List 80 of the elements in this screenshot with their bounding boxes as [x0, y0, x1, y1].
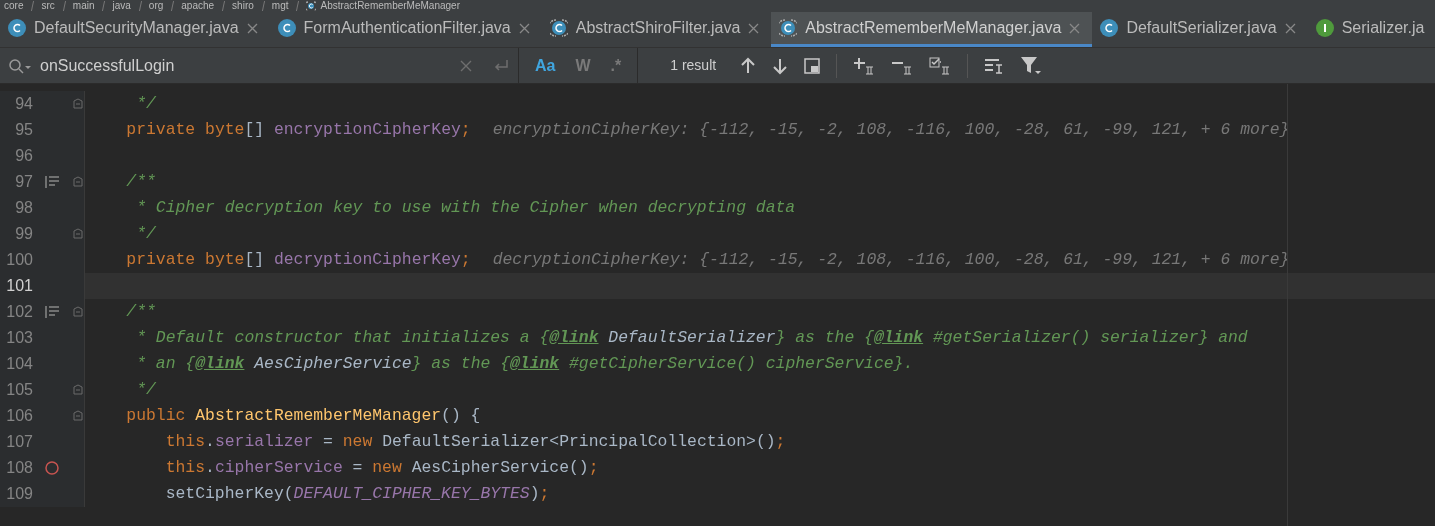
line-number: 95	[14, 120, 33, 140]
code-line: public AbstractRememberMeManager() {	[125, 404, 481, 427]
doc-comment-icon[interactable]	[45, 305, 59, 319]
line-number: 106	[5, 406, 33, 426]
line-number: 98	[14, 198, 33, 218]
class-icon	[1100, 19, 1119, 37]
code-line: setCipherKey(DEFAULT_CIPHER_KEY_BYTES);	[164, 482, 550, 505]
code-line: */	[135, 378, 156, 401]
code-line: this.cipherService = new AesCipherService();	[164, 456, 599, 479]
breadcrumb-item[interactable]: AbstractRememberMeManager	[320, 1, 460, 11]
line-number: 102	[5, 302, 33, 322]
fold-marker-icon[interactable]	[72, 176, 83, 188]
code-line: /**	[125, 300, 156, 323]
search-icon	[8, 57, 32, 74]
fold-marker-icon[interactable]	[72, 306, 83, 318]
code-line: this.serializer = new DefaultSerializer<PrincipalCollection>();	[164, 430, 786, 453]
code-line: * an {@link AesCipherService} as the {@link #getCipherService() cipherService}.	[135, 352, 914, 375]
line-number: 109	[5, 484, 33, 504]
arrow-up-icon[interactable]	[740, 56, 757, 75]
search-option-toggle[interactable]: Aa	[531, 53, 560, 78]
close-icon[interactable]	[1069, 22, 1081, 34]
breadcrumb-item[interactable]: org	[148, 1, 164, 11]
line-number: 107	[5, 432, 33, 452]
breadcrumb-item[interactable]: main	[72, 1, 95, 11]
file-tab[interactable]: DefaultSerializer.java	[1092, 12, 1308, 47]
file-tab[interactable]: DefaultSecurityManager.java	[0, 12, 270, 47]
abstract-class-icon	[306, 1, 317, 11]
line-number: 105	[5, 380, 33, 400]
file-tab[interactable]: AbstractShiroFilter.java	[541, 12, 772, 47]
clear-icon[interactable]	[460, 59, 472, 72]
line-number: 104	[5, 354, 33, 374]
close-icon[interactable]	[748, 22, 760, 34]
abstract-class-icon	[779, 19, 798, 37]
add-occurrence-icon[interactable]	[853, 56, 876, 75]
breadcrumb-item[interactable]: java	[112, 1, 131, 11]
window-icon[interactable]	[804, 57, 821, 74]
line-number: 103	[5, 328, 33, 348]
breadcrumb-item[interactable]: mgt	[271, 1, 289, 11]
fold-marker-icon[interactable]	[72, 228, 83, 240]
line-number: 94	[14, 94, 33, 114]
breadcrumb-item[interactable]: shiro	[232, 1, 254, 11]
class-icon	[8, 19, 26, 37]
line-number: 100	[5, 250, 33, 270]
filter-lines-icon[interactable]	[984, 56, 1005, 75]
close-icon[interactable]	[518, 22, 530, 34]
breadcrumb-item[interactable]: core	[4, 1, 24, 11]
interface-icon	[1315, 19, 1334, 37]
search-field[interactable]: onSuccessfulLogin	[40, 53, 452, 78]
line-number: 96	[14, 146, 33, 166]
filter-icon[interactable]	[1020, 55, 1043, 76]
code-line: */	[135, 222, 156, 245]
class-icon	[277, 19, 296, 37]
line-number: 97	[14, 172, 33, 192]
close-icon[interactable]	[1284, 22, 1296, 34]
breakpoint-icon[interactable]	[45, 461, 59, 475]
file-tab[interactable]: Serializer.ja	[1307, 12, 1435, 47]
line-number: 108	[5, 458, 33, 478]
code-line: * Default constructor that initializes a {@link DefaultSerializer} as the {@link #getSerializer() serializer} and	[135, 326, 1248, 349]
code-line: /**	[125, 170, 156, 193]
code-line: private byte[] decryptionCipherKey;	[125, 248, 471, 271]
fold-marker-icon[interactable]	[72, 384, 83, 396]
line-number: 99	[14, 224, 33, 244]
result-count: 1 result	[670, 56, 717, 75]
file-tab[interactable]: FormAuthenticationFilter.java	[269, 12, 542, 47]
line-number: 101	[5, 276, 33, 296]
fold-marker-icon[interactable]	[72, 410, 83, 422]
select-all-icon[interactable]	[929, 56, 952, 75]
arrow-down-icon[interactable]	[772, 56, 789, 75]
inline-value-hint: encryptionCipherKey: {-112, -15, -2, 108, -116, 100, -28, 61, -99, 121, + 6 more}	[492, 118, 1290, 141]
inline-value-hint: decryptionCipherKey: {-112, -15, -2, 108, -116, 100, -28, 61, -99, 121, + 6 more}	[492, 248, 1290, 271]
file-tab[interactable]: AbstractRememberMeManager.java	[771, 12, 1093, 47]
close-icon[interactable]	[246, 22, 258, 34]
breadcrumb-item[interactable]: src	[41, 1, 55, 11]
code-line: * Cipher decryption key to use with the Cipher when decrypting data	[135, 196, 796, 219]
abstract-class-icon	[549, 19, 568, 37]
code-line: private byte[] encryptionCipherKey;	[125, 118, 471, 141]
code-line: */	[135, 92, 156, 115]
breadcrumb-item[interactable]: apache	[181, 1, 215, 11]
doc-comment-icon[interactable]	[45, 175, 59, 189]
fold-marker-icon[interactable]	[72, 98, 83, 110]
